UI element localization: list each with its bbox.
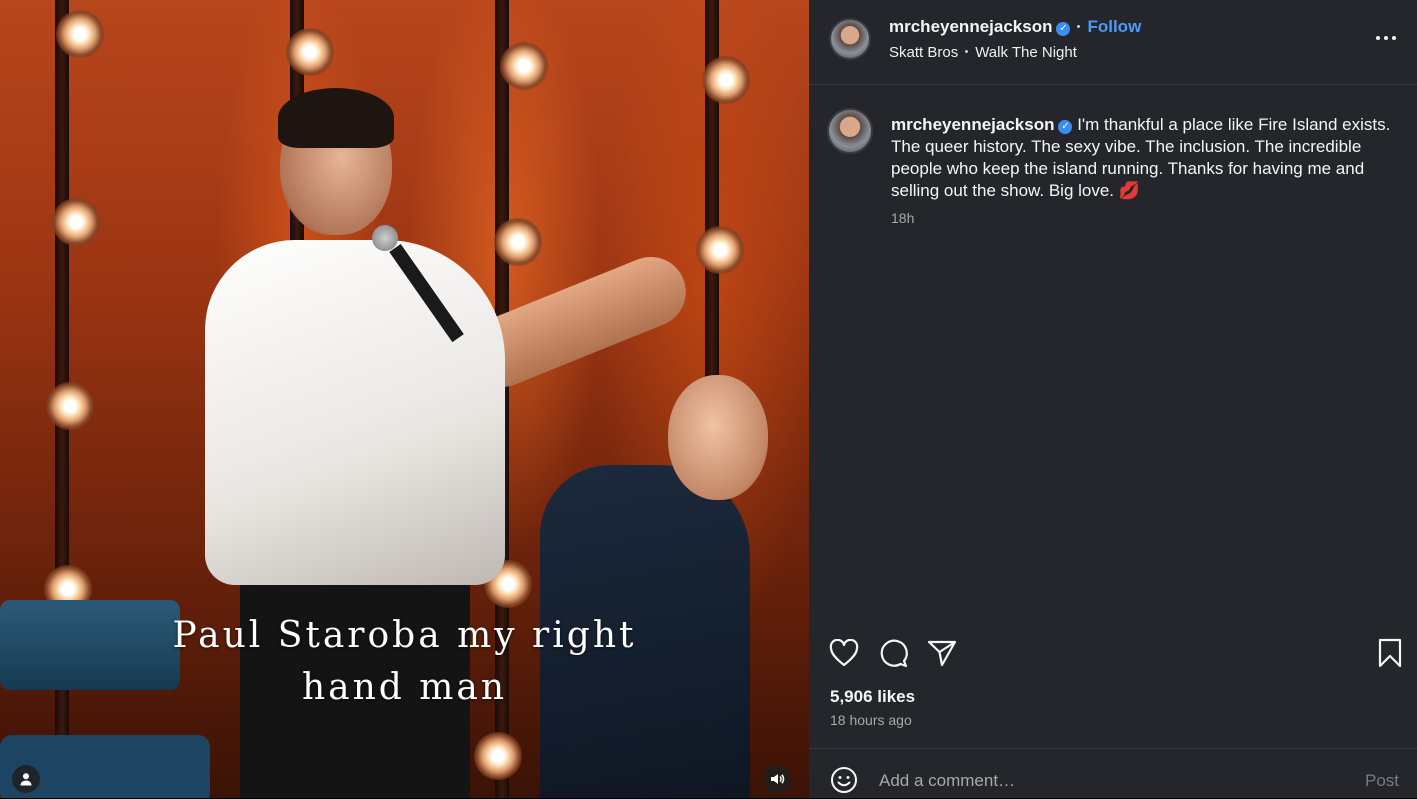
post-modal: Paul Staroba my right hand man mrcheyenn…: [0, 0, 1417, 798]
stage-bulb: [696, 226, 744, 274]
follow-button[interactable]: Follow: [1087, 17, 1141, 36]
comment-bar: Add a comment… Post: [809, 748, 1417, 799]
microphone: [372, 225, 398, 251]
pianist-head: [668, 375, 768, 500]
singer-shirt: [205, 240, 505, 585]
stage-bulb: [494, 218, 542, 266]
share-button[interactable]: [925, 636, 959, 670]
separator-dot: [1077, 25, 1081, 28]
verified-badge-icon: ✓: [1056, 22, 1071, 36]
more-options-button[interactable]: [1371, 26, 1401, 50]
mute-toggle-button[interactable]: [763, 765, 791, 793]
post-details-panel: mrcheyennejackson ✓ Follow Skatt Bros Walk …: [809, 0, 1417, 798]
speaker-icon: [771, 774, 785, 784]
like-button[interactable]: [827, 636, 861, 670]
caption-text-wrap: mrcheyennejackson ✓ I'm thankful a place …: [891, 114, 1407, 202]
stage-bulb: [474, 732, 522, 780]
emoji-icon: [831, 767, 857, 793]
comment-input[interactable]: Add a comment…: [879, 771, 1015, 791]
emoji-button[interactable]: [829, 765, 859, 795]
stage-bulb: [56, 10, 104, 58]
comment-button[interactable]: [876, 636, 910, 670]
more-options-icon: [1376, 36, 1396, 40]
send-icon: [927, 640, 957, 667]
audio-track: Walk The Night: [975, 44, 1077, 61]
stage-bulb: [702, 56, 750, 104]
verified-badge-icon: ✓: [1058, 120, 1073, 134]
post-video[interactable]: Paul Staroba my right hand man: [0, 0, 809, 798]
audio-info[interactable]: Skatt Bros Walk The Night: [889, 44, 1077, 61]
person-icon: [20, 773, 32, 786]
post-time[interactable]: 18h: [891, 210, 914, 226]
likes-count[interactable]: 5,906 likes: [830, 687, 915, 707]
save-button[interactable]: [1373, 636, 1407, 670]
header-username[interactable]: mrcheyennejackson: [889, 17, 1052, 36]
posted-time: 18 hours ago: [830, 712, 912, 728]
tagged-users-button[interactable]: [12, 765, 40, 793]
heart-icon: [829, 639, 859, 667]
avatar[interactable]: [827, 108, 873, 154]
post-comment-button[interactable]: Post: [1365, 771, 1399, 791]
stage-bulb: [46, 382, 94, 430]
bookmark-icon: [1378, 638, 1402, 668]
stage-bulb: [500, 42, 548, 90]
header-title-row: mrcheyennejackson ✓ Follow: [889, 17, 1141, 37]
stage-bulb: [52, 198, 100, 246]
audio-artist: Skatt Bros: [889, 44, 959, 61]
singer-hair: [278, 88, 394, 148]
stage-bulb: [286, 28, 334, 76]
caption-username[interactable]: mrcheyennejackson: [891, 115, 1054, 134]
comment-icon: [880, 639, 908, 668]
separator-dot: [965, 50, 969, 53]
caption-line-1: Paul Staroba my right: [172, 615, 637, 656]
caption-line-2: hand man: [301, 667, 508, 708]
post-header: mrcheyennejackson ✓ Follow Skatt Bros Walk …: [809, 0, 1417, 85]
avatar[interactable]: [829, 18, 871, 60]
video-caption: Paul Staroba my right hand man: [0, 610, 809, 714]
